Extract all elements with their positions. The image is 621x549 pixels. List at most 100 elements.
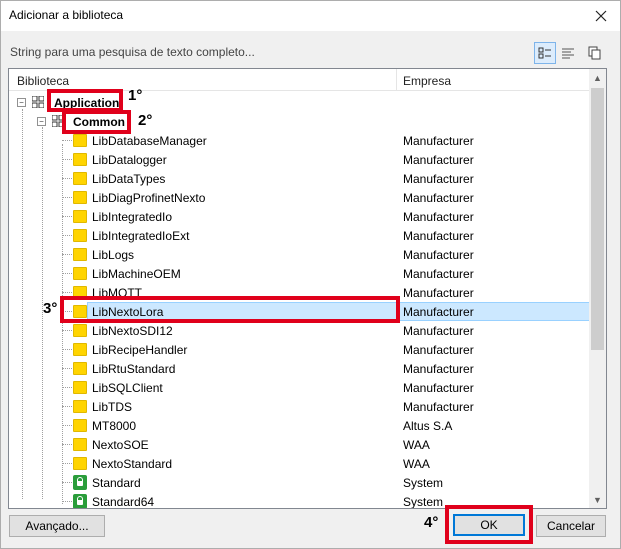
library-company: Manufacturer — [403, 210, 474, 224]
step-label-4: 4° — [424, 514, 439, 531]
library-name: LibTDS — [92, 400, 133, 414]
highlight-box-common — [62, 110, 131, 134]
tree-connector — [62, 140, 72, 141]
library-company: Manufacturer — [403, 229, 474, 243]
library-row[interactable]: LibRecipeHandler Manufacturer — [9, 340, 592, 359]
library-company: WAA — [403, 457, 430, 471]
library-row[interactable]: LibTDS Manufacturer — [9, 397, 592, 416]
search-input[interactable] — [8, 41, 528, 63]
library-row[interactable]: LibDiagProfinetNexto Manufacturer — [9, 188, 592, 207]
library-company: Manufacturer — [403, 172, 474, 186]
scrollbar-thumb[interactable] — [591, 88, 604, 350]
vertical-scrollbar[interactable]: ▲ ▼ — [589, 69, 606, 508]
library-company: Manufacturer — [403, 343, 474, 357]
library-company: Manufacturer — [403, 381, 474, 395]
step-label-3: 3° — [43, 300, 58, 317]
library-company: Manufacturer — [403, 248, 474, 262]
list-icon — [562, 48, 574, 59]
library-name: Standard64 — [92, 495, 155, 509]
tree-connector — [62, 425, 72, 426]
category-view-button[interactable] — [534, 42, 556, 64]
ok-button[interactable]: OK — [453, 514, 525, 536]
tree-connector — [62, 197, 72, 198]
tree-connector — [62, 349, 72, 350]
expand-all-button[interactable] — [584, 42, 606, 64]
library-name: LibSQLClient — [92, 381, 163, 395]
library-name: LibIntegratedIo — [92, 210, 173, 224]
collapse-icon[interactable]: − — [17, 98, 26, 107]
highlight-box-application — [47, 89, 123, 112]
tree-connector — [62, 463, 72, 464]
add-library-dialog: Adicionar a biblioteca Biblioteca — [0, 0, 621, 549]
tree-connector — [62, 330, 72, 331]
library-company: System — [403, 476, 444, 490]
folder-icon — [73, 229, 87, 242]
library-name: LibRtuStandard — [92, 362, 176, 376]
folder-icon — [73, 191, 87, 204]
library-company: Manufacturer — [403, 286, 474, 300]
folder-icon — [73, 267, 87, 280]
tree-connector — [62, 216, 72, 217]
lock-icon — [73, 494, 87, 508]
library-company: Manufacturer — [403, 324, 474, 338]
library-company: Manufacturer — [403, 267, 474, 281]
folder-icon — [73, 343, 87, 356]
highlight-box-library — [60, 296, 400, 323]
category-list-icon — [538, 47, 551, 59]
library-row[interactable]: LibLogs Manufacturer — [9, 245, 592, 264]
library-row[interactable]: NextoStandard WAA — [9, 454, 592, 473]
column-separator[interactable] — [396, 69, 397, 91]
library-name: LibMachineOEM — [92, 267, 181, 281]
tree-connector — [62, 444, 72, 445]
collapse-icon[interactable]: − — [37, 117, 46, 126]
tree-connector — [62, 254, 72, 255]
library-row[interactable]: Standard System — [9, 473, 592, 492]
column-header-company[interactable]: Empresa — [403, 74, 451, 88]
folder-icon — [73, 381, 87, 394]
library-row[interactable]: LibRtuStandard Manufacturer — [9, 359, 592, 378]
library-name: NextoStandard — [92, 457, 173, 471]
copy-icon — [588, 46, 601, 60]
title-bar: Adicionar a biblioteca — [1, 1, 620, 31]
library-company: Manufacturer — [403, 153, 474, 167]
folder-icon — [73, 400, 87, 413]
library-row[interactable]: LibIntegratedIoExt Manufacturer — [9, 226, 592, 245]
library-row[interactable]: LibDatalogger Manufacturer — [9, 150, 592, 169]
tree-header: Biblioteca Empresa — [9, 69, 595, 91]
folder-icon — [73, 210, 87, 223]
tree-connector — [62, 292, 72, 293]
library-name: NextoSOE — [92, 438, 149, 452]
library-row[interactable]: LibNextoSDI12 Manufacturer — [9, 321, 592, 340]
library-company: System — [403, 495, 444, 509]
library-name: LibDiagProfinetNexto — [92, 191, 206, 205]
folder-icon — [73, 362, 87, 375]
tree-connector — [62, 159, 72, 160]
scroll-up-icon[interactable]: ▲ — [589, 69, 606, 86]
advanced-button[interactable]: Avançado... — [9, 515, 105, 537]
column-header-library[interactable]: Biblioteca — [17, 74, 69, 88]
library-row[interactable]: LibMachineOEM Manufacturer — [9, 264, 592, 283]
flat-view-button[interactable] — [557, 42, 579, 64]
library-company: WAA — [403, 438, 430, 452]
library-row[interactable]: NextoSOE WAA — [9, 435, 592, 454]
lock-icon — [73, 475, 87, 490]
close-button[interactable] — [588, 3, 614, 29]
library-row[interactable]: LibDataTypes Manufacturer — [9, 169, 592, 188]
search-row — [8, 41, 614, 65]
step-label-2: 2° — [138, 112, 153, 129]
step-label-1: 1° — [128, 87, 143, 104]
cancel-button[interactable]: Cancelar — [536, 515, 606, 537]
tree-connector — [62, 273, 72, 274]
folder-icon — [73, 324, 87, 337]
folder-icon — [73, 438, 87, 451]
folder-icon — [73, 172, 87, 185]
tree-connector — [62, 387, 72, 388]
library-row[interactable]: MT8000 Altus S.A — [9, 416, 592, 435]
scroll-down-icon[interactable]: ▼ — [589, 491, 606, 508]
library-row[interactable]: LibSQLClient Manufacturer — [9, 378, 592, 397]
library-name: LibNextoSDI12 — [92, 324, 173, 338]
library-row[interactable]: LibIntegratedIo Manufacturer — [9, 207, 592, 226]
folder-icon — [73, 248, 87, 261]
tree-connector — [62, 368, 72, 369]
close-icon — [595, 10, 607, 22]
